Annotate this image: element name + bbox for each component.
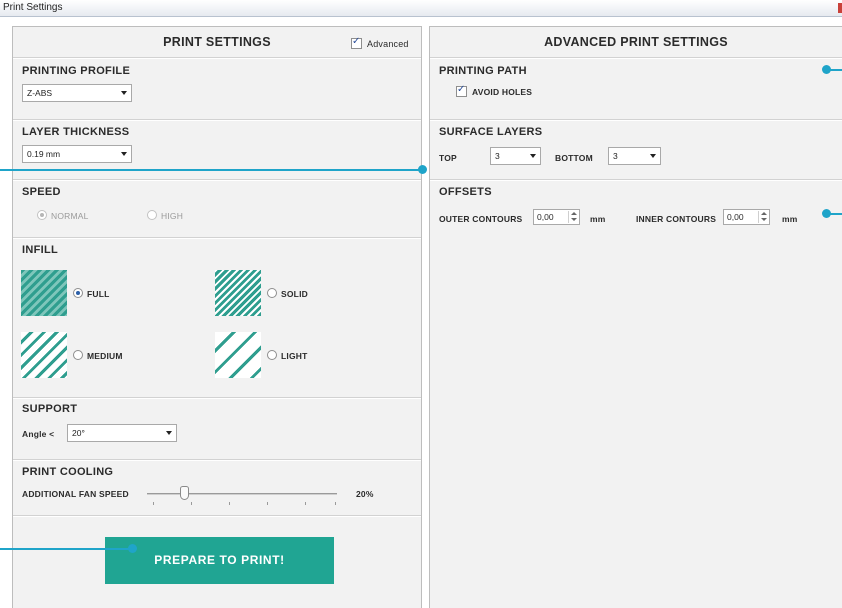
layer-thickness-title: LAYER THICKNESS — [22, 126, 130, 138]
infill-full-label: FULL — [87, 289, 110, 299]
inner-contours-stepper[interactable]: 0,00 — [723, 209, 770, 225]
divider — [430, 57, 842, 59]
offsets-title: OFFSETS — [439, 186, 492, 198]
callout-line — [0, 548, 132, 550]
surface-bottom-label: BOTTOM — [555, 153, 593, 163]
window-titlebar: Print Settings — [0, 0, 842, 17]
divider — [430, 119, 842, 121]
advanced-print-settings-panel: ADVANCED PRINT SETTINGS PRINTING PATH ✓ … — [429, 26, 842, 608]
window-title: Print Settings — [3, 2, 63, 13]
print-cooling-title: PRINT COOLING — [22, 466, 114, 478]
surface-layers-title: SURFACE LAYERS — [439, 126, 543, 138]
support-angle-select[interactable]: 20° — [67, 424, 177, 442]
printing-profile-title: PRINTING PROFILE — [22, 65, 131, 77]
callout-dot — [822, 65, 831, 74]
divider — [430, 179, 842, 181]
advanced-print-settings-heading: ADVANCED PRINT SETTINGS — [544, 35, 728, 49]
support-angle-label: Angle < — [22, 429, 55, 439]
divider — [13, 515, 421, 517]
layer-thickness-value: 0.19 mm — [27, 149, 61, 159]
surface-top-label: TOP — [439, 153, 457, 163]
speed-title: SPEED — [22, 186, 61, 198]
inner-contours-unit: mm — [782, 214, 798, 224]
callout-dot — [822, 209, 831, 218]
chevron-down-icon — [121, 152, 127, 156]
infill-light-swatch — [215, 332, 261, 378]
close-icon[interactable] — [838, 3, 842, 13]
printing-profile-select[interactable]: Z-ABS — [22, 84, 132, 102]
infill-light-label: LIGHT — [281, 351, 308, 361]
callout-dot — [418, 165, 427, 174]
fan-speed-slider-thumb[interactable] — [180, 486, 189, 500]
chevron-down-icon — [121, 91, 127, 95]
speed-high-radio[interactable] — [147, 210, 157, 220]
layer-thickness-select[interactable]: 0.19 mm — [22, 145, 132, 163]
checkmark-icon: ✓ — [457, 84, 466, 95]
divider — [13, 237, 421, 239]
infill-full-swatch — [21, 270, 67, 316]
inner-contours-label: INNER CONTOURS — [636, 214, 717, 224]
surface-bottom-value: 3 — [613, 151, 618, 161]
support-angle-value: 20° — [72, 428, 85, 438]
printing-path-title: PRINTING PATH — [439, 65, 527, 77]
avoid-holes-checkbox[interactable]: ✓ — [456, 84, 467, 97]
infill-light-radio[interactable] — [267, 350, 277, 360]
speed-normal-radio[interactable] — [37, 210, 47, 220]
infill-full-radio[interactable] — [73, 288, 83, 298]
chevron-down-icon — [650, 154, 656, 158]
callout-line — [0, 169, 422, 171]
surface-top-value: 3 — [495, 151, 500, 161]
fan-speed-value: 20% — [356, 489, 374, 499]
infill-solid-swatch — [215, 270, 261, 316]
surface-top-select[interactable]: 3 — [490, 147, 541, 165]
chevron-down-icon — [530, 154, 536, 158]
chevron-down-icon — [166, 431, 172, 435]
speed-normal-label: NORMAL — [51, 211, 89, 221]
divider — [13, 459, 421, 461]
infill-solid-label: SOLID — [281, 289, 308, 299]
infill-medium-label: MEDIUM — [87, 351, 123, 361]
outer-contours-stepper[interactable]: 0,00 — [533, 209, 580, 225]
support-title: SUPPORT — [22, 403, 78, 415]
fan-speed-slider-track[interactable] — [147, 493, 337, 495]
fan-speed-label: ADDITIONAL FAN SPEED — [22, 489, 129, 499]
prepare-to-print-button[interactable]: PREPARE TO PRINT! — [105, 537, 334, 584]
avoid-holes-label: AVOID HOLES — [472, 87, 533, 97]
print-settings-panel: PRINT SETTINGS ✓ Advanced PRINTING PROFI… — [12, 26, 422, 608]
stepper-arrows-icon[interactable] — [568, 211, 578, 223]
advanced-label: Advanced — [367, 39, 409, 49]
speed-high-label: HIGH — [161, 211, 184, 221]
printing-profile-value: Z-ABS — [27, 88, 53, 98]
divider — [13, 179, 421, 181]
stepper-arrows-icon[interactable] — [758, 211, 768, 223]
surface-bottom-select[interactable]: 3 — [608, 147, 661, 165]
inner-contours-value: 0,00 — [727, 212, 744, 222]
advanced-checkbox[interactable]: ✓ — [351, 36, 362, 49]
infill-title: INFILL — [22, 244, 59, 256]
outer-contours-value: 0,00 — [537, 212, 554, 222]
infill-solid-radio[interactable] — [267, 288, 277, 298]
divider — [13, 397, 421, 399]
infill-medium-radio[interactable] — [73, 350, 83, 360]
infill-medium-swatch — [21, 332, 67, 378]
callout-dot — [128, 544, 137, 553]
divider — [13, 57, 421, 59]
outer-contours-unit: mm — [590, 214, 606, 224]
checkmark-icon: ✓ — [352, 36, 361, 47]
outer-contours-label: OUTER CONTOURS — [439, 214, 523, 224]
divider — [13, 119, 421, 121]
